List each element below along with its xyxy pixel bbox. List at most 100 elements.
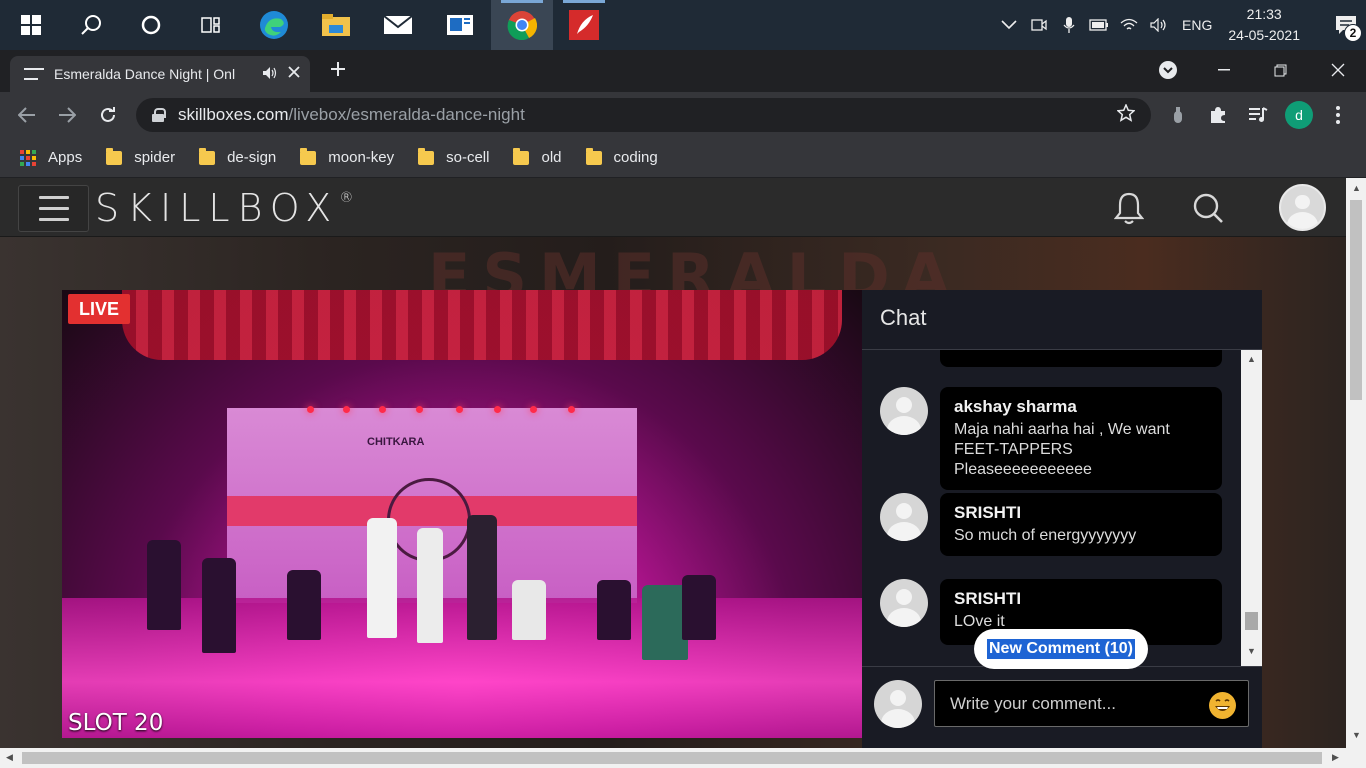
stage-floor: [62, 598, 862, 738]
commenter-avatar[interactable]: [880, 387, 928, 435]
bookmark-folder-de-sign[interactable]: de-sign: [199, 147, 277, 166]
new-comment-button[interactable]: New Comment (10): [974, 629, 1148, 669]
extensions-puzzle-icon[interactable]: [1203, 100, 1233, 130]
folder-icon: [585, 147, 602, 165]
comment-text: So much of energyyyyyyy: [954, 527, 1137, 544]
minimize-button[interactable]: [1196, 50, 1252, 90]
notification-count-badge: 2: [1344, 24, 1362, 42]
tab-search-icon[interactable]: [1140, 50, 1196, 90]
url-text[interactable]: skillboxes.com/livebox/esmeralda-dance-n…: [178, 105, 1117, 125]
registered-mark: ®: [339, 190, 354, 206]
address-bar[interactable]: skillboxes.com/livebox/esmeralda-dance-n…: [136, 98, 1151, 132]
user-avatar[interactable]: [1279, 184, 1326, 231]
meet-now-icon[interactable]: [1024, 0, 1054, 50]
url-path: /livebox/esmeralda-dance-night: [288, 105, 525, 124]
message-bubble: [940, 350, 1222, 367]
scroll-left-arrow-icon[interactable]: ◀: [6, 752, 13, 763]
battery-icon[interactable]: [1084, 0, 1114, 50]
site-header: SKILLBOX®: [0, 178, 1346, 237]
commenter-avatar[interactable]: [880, 579, 928, 627]
volume-icon[interactable]: [1144, 0, 1174, 50]
chat-title: Chat: [862, 290, 1262, 350]
audio-playing-icon[interactable]: [262, 66, 278, 83]
slot-label: SLOT 20: [68, 710, 164, 736]
microphone-icon[interactable]: [1054, 0, 1084, 50]
message-bubble: akshay sharma Maja nahi aarha hai , We w…: [940, 387, 1222, 490]
scroll-up-arrow-icon[interactable]: ▲: [1247, 354, 1256, 364]
scroll-right-arrow-icon[interactable]: ▶: [1332, 752, 1339, 763]
scroll-down-arrow-icon[interactable]: ▼: [1352, 730, 1361, 740]
clock[interactable]: 21:33 24-05-2021: [1228, 4, 1300, 46]
chat-message-list[interactable]: akshay sharma Maja nahi aarha hai , We w…: [862, 350, 1241, 666]
lock-icon[interactable]: [152, 108, 166, 122]
system-tray: ENG 21:33 24-05-2021 2: [994, 0, 1366, 50]
bookmark-label: spider: [134, 149, 176, 166]
bookmark-label: moon-key: [328, 149, 395, 166]
bookmark-folder-old[interactable]: old: [513, 147, 562, 166]
reload-button[interactable]: [93, 100, 123, 130]
feather-app-icon[interactable]: [553, 0, 615, 50]
clock-time: 21:33: [1246, 6, 1282, 22]
restore-button[interactable]: [1252, 50, 1308, 90]
new-tab-button[interactable]: [326, 59, 350, 83]
message-bubble: SRISHTI So much of energyyyyyyy: [940, 493, 1222, 556]
folder-icon: [513, 147, 530, 165]
tab-title: Esmeralda Dance Night | Onl: [54, 66, 236, 82]
wifi-icon[interactable]: [1114, 0, 1144, 50]
page-scroll-thumb[interactable]: [1350, 200, 1362, 400]
commenter-name: akshay sharma: [954, 397, 1077, 416]
bookmark-folder-coding[interactable]: coding: [585, 147, 658, 166]
bookmark-label: de-sign: [227, 149, 277, 166]
chat-scrollbar[interactable]: ▲ ▼: [1241, 350, 1262, 666]
file-explorer-icon[interactable]: [305, 0, 367, 50]
clock-date: 24-05-2021: [1228, 27, 1300, 43]
media-controls-icon[interactable]: [1243, 100, 1273, 130]
close-window-button[interactable]: [1310, 50, 1366, 90]
extension-dropper-icon[interactable]: [1163, 100, 1193, 130]
bookmark-folder-moon-key[interactable]: moon-key: [300, 147, 395, 166]
folder-icon: [418, 147, 435, 165]
chevron-up-icon[interactable]: [994, 0, 1024, 50]
live-video-player[interactable]: CHITKARA: [62, 290, 862, 738]
scroll-down-arrow-icon[interactable]: ▼: [1247, 646, 1256, 656]
bookmark-star-icon[interactable]: [1116, 102, 1136, 127]
commenter-avatar[interactable]: [880, 493, 928, 541]
back-button[interactable]: [12, 100, 42, 130]
commenter-name: SRISHTI: [954, 589, 1022, 608]
page-horizontal-scrollbar[interactable]: ◀ ▶: [0, 748, 1366, 768]
cortana-icon[interactable]: [120, 0, 182, 50]
bookmark-apps[interactable]: Apps: [20, 149, 82, 166]
windows-taskbar: ENG 21:33 24-05-2021 2: [0, 0, 1366, 50]
tab-esmeralda[interactable]: Esmeralda Dance Night | Onl: [10, 56, 310, 92]
task-view-icon[interactable]: [180, 0, 242, 50]
url-domain: skillboxes.com: [178, 105, 289, 124]
site-search-icon[interactable]: [1190, 190, 1226, 226]
action-center-icon[interactable]: 2: [1326, 0, 1366, 50]
comment-composer: [862, 666, 1262, 748]
emoji-picker-icon[interactable]: [1209, 692, 1236, 719]
stage-curtain: [122, 290, 842, 360]
chat-scroll-thumb[interactable]: [1245, 612, 1258, 630]
page-vertical-scrollbar[interactable]: ▲ ▼: [1346, 178, 1366, 748]
hamburger-menu-icon[interactable]: [18, 185, 89, 232]
bookmark-folder-spider[interactable]: spider: [106, 147, 176, 166]
skillbox-logo[interactable]: SKILLBOX®: [95, 186, 353, 230]
input-language[interactable]: ENG: [1182, 17, 1212, 33]
chrome-menu-icon[interactable]: [1323, 100, 1353, 130]
mail-icon[interactable]: [367, 0, 429, 50]
edge-icon[interactable]: [243, 0, 305, 50]
folder-icon: [300, 147, 317, 165]
search-icon[interactable]: [60, 0, 122, 50]
forward-button[interactable]: [52, 100, 82, 130]
bookmark-folder-so-cell[interactable]: so-cell: [418, 147, 489, 166]
profile-avatar[interactable]: d: [1285, 101, 1313, 129]
windows-start-icon[interactable]: [0, 0, 62, 50]
news-app-icon[interactable]: [429, 0, 491, 50]
scroll-up-arrow-icon[interactable]: ▲: [1352, 183, 1361, 193]
browser-tab-strip: Esmeralda Dance Night | Onl: [0, 50, 1366, 92]
tab-close-icon[interactable]: [288, 65, 300, 83]
page-hscroll-thumb[interactable]: [22, 752, 1322, 764]
bell-icon[interactable]: [1111, 190, 1147, 226]
comment-input[interactable]: [934, 680, 1249, 727]
chrome-icon[interactable]: [491, 0, 553, 50]
